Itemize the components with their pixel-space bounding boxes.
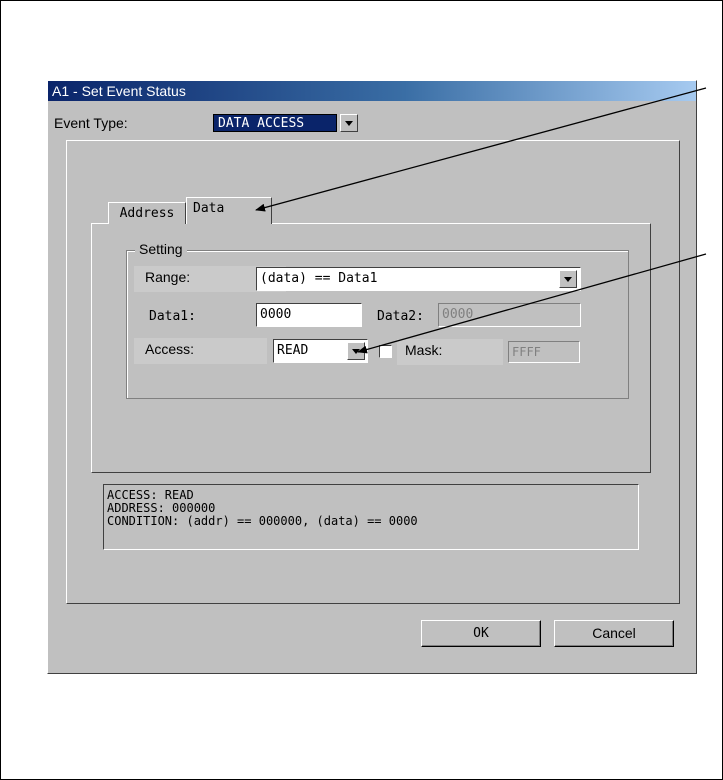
- arrow-to-data-tab: [255, 87, 707, 212]
- arrow-to-access-dropdown: [357, 253, 707, 354]
- callout-arrows: [255, 87, 707, 354]
